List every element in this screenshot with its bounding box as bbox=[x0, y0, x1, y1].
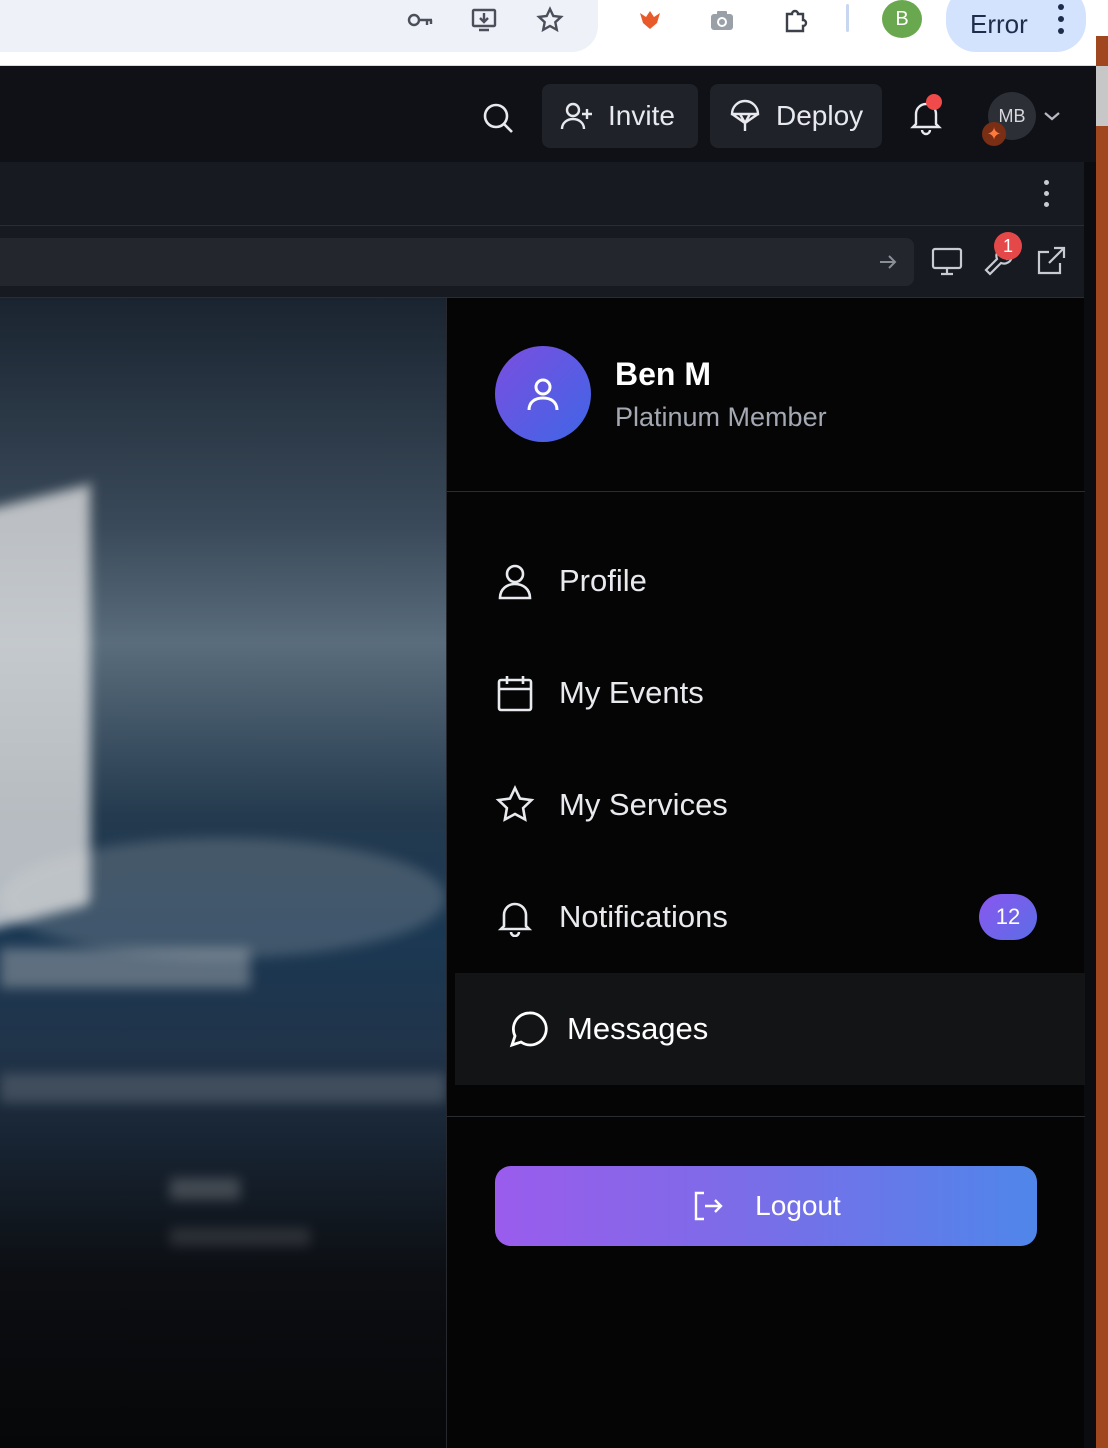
preview-blurred-text bbox=[0, 1073, 446, 1103]
app-header: Invite Deploy MB ✦ bbox=[0, 66, 1096, 162]
user-icon bbox=[527, 378, 559, 411]
menu-item-label: Profile bbox=[559, 563, 647, 598]
parachute-icon bbox=[730, 99, 760, 131]
profile-name: Ben M bbox=[615, 356, 711, 392]
profile-header: Ben M Platinum Member bbox=[447, 298, 1085, 492]
arrow-right-icon[interactable] bbox=[876, 250, 900, 274]
menu-divider bbox=[447, 1116, 1085, 1117]
menu-item-label: Notifications bbox=[559, 899, 728, 934]
browser-toolbar: B Error bbox=[0, 0, 1108, 66]
user-icon bbox=[498, 564, 532, 600]
logout-label: Logout bbox=[755, 1190, 841, 1221]
menu-item-my-services[interactable]: My Services bbox=[447, 749, 1085, 861]
calendar-icon bbox=[497, 676, 533, 712]
user-menu-drawer: Ben M Platinum Member Profile My Events … bbox=[446, 298, 1085, 1448]
preview-blurred-boat bbox=[0, 838, 446, 958]
chevron-down-icon[interactable] bbox=[1042, 108, 1062, 124]
message-icon bbox=[509, 1011, 548, 1048]
search-icon[interactable] bbox=[478, 98, 518, 138]
preview-url-toolbar bbox=[0, 226, 1084, 298]
notifications-count-badge: 12 bbox=[979, 894, 1037, 940]
browser-profile-avatar[interactable]: B bbox=[882, 0, 922, 38]
menu-item-label: My Services bbox=[559, 787, 728, 822]
preview-url-input[interactable] bbox=[0, 238, 914, 286]
monitor-icon[interactable] bbox=[930, 244, 964, 278]
window-edge-top bbox=[1096, 66, 1108, 126]
extensions-puzzle-icon[interactable] bbox=[776, 2, 816, 38]
menu-item-my-events[interactable]: My Events bbox=[447, 637, 1085, 749]
notification-dot bbox=[926, 94, 942, 110]
preview-blurred-text bbox=[170, 1228, 310, 1246]
tools-badge: 1 bbox=[994, 232, 1022, 260]
preview-blurred-text bbox=[170, 1178, 240, 1200]
fox-extension-icon[interactable] bbox=[630, 2, 670, 38]
menu-item-label: Messages bbox=[567, 1011, 709, 1046]
logout-button[interactable]: Logout bbox=[495, 1166, 1037, 1246]
browser-menu-icon[interactable] bbox=[1058, 4, 1064, 34]
invite-button[interactable]: Invite bbox=[542, 84, 698, 148]
key-icon[interactable] bbox=[400, 2, 440, 38]
window-edge bbox=[1096, 36, 1108, 1448]
site-preview bbox=[0, 298, 446, 1448]
menu-item-notifications[interactable]: Notifications 12 bbox=[447, 861, 1085, 973]
more-options-icon[interactable] bbox=[1044, 180, 1049, 207]
deploy-label: Deploy bbox=[776, 100, 864, 131]
install-icon[interactable] bbox=[464, 2, 504, 38]
logout-icon bbox=[694, 1191, 723, 1221]
menu-item-label: My Events bbox=[559, 675, 704, 710]
star-icon bbox=[495, 785, 535, 822]
user-plus-icon bbox=[560, 102, 592, 130]
external-link-icon[interactable] bbox=[1034, 244, 1068, 278]
star-icon[interactable] bbox=[530, 2, 570, 38]
sparkle-icon: ✦ bbox=[982, 122, 1006, 146]
profile-avatar[interactable] bbox=[495, 346, 591, 442]
profile-tier: Platinum Member bbox=[615, 402, 827, 432]
preview-blurred-text bbox=[0, 948, 250, 988]
menu-item-messages[interactable]: Messages bbox=[455, 973, 1085, 1085]
address-bar[interactable] bbox=[0, 0, 598, 52]
deploy-button[interactable]: Deploy bbox=[710, 84, 882, 148]
toolbar-separator bbox=[846, 4, 849, 32]
bell-icon bbox=[497, 902, 533, 937]
camera-icon[interactable] bbox=[702, 2, 742, 38]
menu-item-profile[interactable]: Profile bbox=[447, 525, 1085, 637]
error-label: Error bbox=[970, 9, 1028, 39]
preview-toolbar bbox=[0, 162, 1084, 226]
invite-label: Invite bbox=[608, 100, 675, 131]
error-button[interactable]: Error bbox=[946, 0, 1086, 52]
